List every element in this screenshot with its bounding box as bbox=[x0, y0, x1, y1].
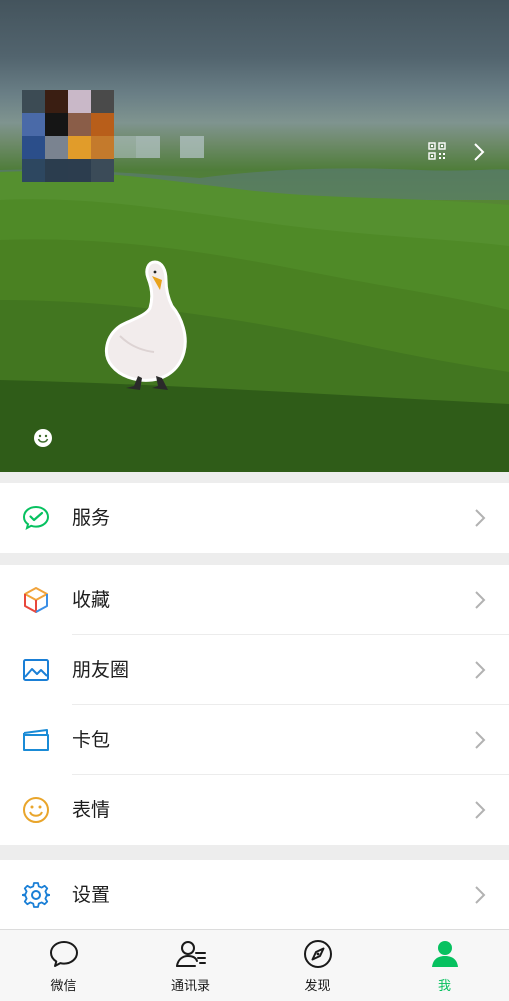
tab-me[interactable]: 我 bbox=[381, 930, 508, 1001]
avatar-pixel bbox=[91, 159, 114, 182]
avatar-pixel bbox=[45, 136, 68, 159]
tab-discover[interactable]: 发现 bbox=[254, 930, 381, 1001]
chevron-right-icon bbox=[475, 886, 486, 904]
tab-label: 微信 bbox=[50, 979, 77, 994]
chevron-right-icon bbox=[475, 591, 486, 609]
menu-group-services: 服务 bbox=[0, 483, 509, 553]
cover-background bbox=[0, 168, 509, 472]
avatar-pixel bbox=[91, 90, 114, 113]
smiley-icon bbox=[23, 797, 49, 823]
menu-item-label: 卡包 bbox=[72, 729, 111, 751]
avatar-pixel bbox=[91, 136, 114, 159]
menu-item-moments[interactable]: 朋友圈 bbox=[0, 635, 509, 705]
menu-item-settings[interactable]: 设置 bbox=[0, 860, 509, 930]
chevron-right-icon[interactable] bbox=[472, 142, 486, 162]
tab-contacts[interactable]: 通讯录 bbox=[127, 930, 254, 1001]
image-icon bbox=[23, 659, 49, 681]
avatar[interactable] bbox=[22, 90, 114, 182]
nickname-blurred bbox=[180, 136, 204, 158]
avatar-pixel bbox=[68, 90, 91, 113]
avatar-pixel bbox=[68, 159, 91, 182]
gear-icon bbox=[22, 882, 50, 908]
menu-item-label: 设置 bbox=[72, 884, 111, 906]
tab-label: 发现 bbox=[304, 979, 331, 994]
contacts-icon bbox=[176, 941, 206, 967]
chevron-right-icon bbox=[475, 661, 486, 679]
wechat-pay-icon bbox=[22, 505, 50, 530]
avatar-pixel bbox=[22, 90, 45, 113]
profile-header[interactable] bbox=[0, 0, 509, 472]
smiley-status-icon[interactable] bbox=[33, 428, 53, 448]
avatar-pixel bbox=[45, 159, 68, 182]
menu-item-label: 表情 bbox=[72, 799, 111, 821]
qr-code-icon[interactable] bbox=[428, 142, 446, 160]
menu-item-label: 收藏 bbox=[72, 589, 111, 611]
avatar-pixel bbox=[91, 113, 114, 136]
menu-item-label: 朋友圈 bbox=[72, 659, 130, 681]
nickname-blurred bbox=[136, 136, 160, 158]
avatar-pixel bbox=[45, 90, 68, 113]
tab-label: 通讯录 bbox=[170, 979, 210, 994]
nickname-blurred bbox=[114, 136, 136, 158]
avatar-pixel bbox=[45, 113, 68, 136]
cube-icon bbox=[24, 587, 48, 613]
menu-item-cards[interactable]: 卡包 bbox=[0, 705, 509, 775]
tab-chats[interactable]: 微信 bbox=[0, 930, 127, 1001]
menu-item-services[interactable]: 服务 bbox=[0, 483, 509, 553]
avatar-pixel bbox=[68, 113, 91, 136]
chevron-right-icon bbox=[475, 801, 486, 819]
card-icon bbox=[23, 729, 49, 751]
chat-bubble-icon bbox=[50, 941, 78, 967]
avatar-pixel bbox=[22, 136, 45, 159]
goose-sticker bbox=[104, 260, 187, 390]
avatar-pixel bbox=[22, 159, 45, 182]
menu-item-label: 服务 bbox=[72, 507, 111, 529]
bottom-tab-bar: 微信 通讯录 发现 我 bbox=[0, 929, 509, 1001]
compass-icon bbox=[304, 940, 332, 968]
chevron-right-icon bbox=[475, 731, 486, 749]
avatar-pixel bbox=[68, 136, 91, 159]
menu-item-favorites[interactable]: 收藏 bbox=[0, 565, 509, 635]
menu-group-settings: 设置 bbox=[0, 860, 509, 930]
menu-item-stickers[interactable]: 表情 bbox=[0, 775, 509, 845]
person-icon bbox=[432, 941, 458, 967]
avatar-pixel bbox=[22, 113, 45, 136]
menu-group-main: 收藏 朋友圈 卡包 表情 bbox=[0, 565, 509, 845]
chevron-right-icon bbox=[475, 509, 486, 527]
tab-label: 我 bbox=[437, 979, 451, 994]
